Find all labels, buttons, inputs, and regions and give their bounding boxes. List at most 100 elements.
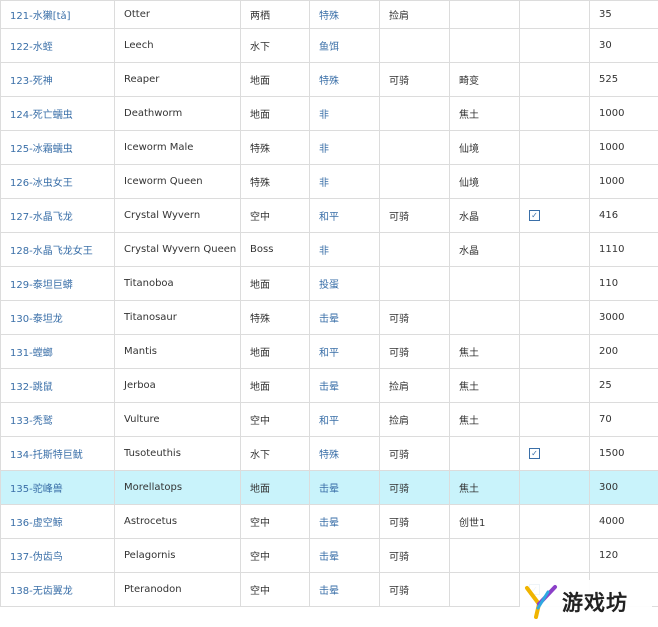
table-cell: Titanoboa bbox=[114, 266, 241, 301]
creature-name-link[interactable]: 133-秃鹫 bbox=[10, 416, 53, 427]
table-cell bbox=[519, 130, 590, 165]
creature-name-link[interactable]: 130-泰坦龙 bbox=[10, 314, 63, 325]
map-cell: 焦土 bbox=[459, 484, 479, 495]
table-row: 122-水蛭 Leech 水下 鱼饵 30 bbox=[0, 28, 658, 63]
table-cell: 123-死神 bbox=[0, 62, 115, 97]
creature-name-link[interactable]: 122-水蛭 bbox=[10, 42, 53, 53]
taming-method-link[interactable]: 和平 bbox=[319, 416, 339, 427]
english-name: Otter bbox=[124, 9, 150, 20]
taming-method-link[interactable]: 非 bbox=[319, 246, 329, 257]
table-cell: 畸变 bbox=[449, 62, 520, 97]
taming-method-link[interactable]: 击晕 bbox=[319, 552, 339, 563]
taming-method-link[interactable]: 击晕 bbox=[319, 314, 339, 325]
site-watermark: 游戏坊 bbox=[520, 580, 652, 624]
creature-name-link[interactable]: 134-托斯特巨鱿 bbox=[10, 450, 83, 461]
table-cell bbox=[519, 96, 590, 131]
table-row: 131-螳螂 Mantis 地面 和平 可骑 焦土 200 bbox=[0, 334, 658, 369]
creature-name-link[interactable]: 125-冰霜蠕虫 bbox=[10, 144, 73, 155]
taming-method-link[interactable]: 非 bbox=[319, 144, 329, 155]
taming-method-link[interactable]: 击晕 bbox=[319, 484, 339, 495]
creature-name-link[interactable]: 135-驼峰兽 bbox=[10, 484, 63, 495]
table-cell: 120 bbox=[589, 538, 658, 573]
table-cell: 可骑 bbox=[379, 470, 450, 505]
taming-method-link[interactable]: 击晕 bbox=[319, 586, 339, 597]
taming-method-link[interactable]: 和平 bbox=[319, 212, 339, 223]
table-row: 126-冰虫女王 Iceworm Queen 特殊 非 仙境 1000 bbox=[0, 164, 658, 199]
table-cell: 110 bbox=[589, 266, 658, 301]
table-cell: 525 bbox=[589, 62, 658, 97]
rideable-cell: 可骑 bbox=[389, 348, 409, 359]
table-cell: 特殊 bbox=[240, 300, 310, 335]
taming-method-link[interactable]: 和平 bbox=[319, 348, 339, 359]
table-cell: 128-水晶飞龙女王 bbox=[0, 232, 115, 267]
table-body: 121-水獭[tǎ] Otter 两栖 特殊 捡肩 35 122-水蛭 Leech 水下 鱼饵 30… bbox=[0, 0, 658, 607]
table-cell bbox=[379, 164, 450, 199]
table-cell: 133-秃鹫 bbox=[0, 402, 115, 437]
table-cell bbox=[519, 504, 590, 539]
creature-name-link[interactable]: 123-死神 bbox=[10, 76, 53, 87]
english-name: Crystal Wyvern bbox=[124, 210, 201, 221]
creature-name-link[interactable]: 127-水晶飞龙 bbox=[10, 212, 73, 223]
table-cell: 30 bbox=[589, 28, 658, 63]
taming-method-link[interactable]: 特殊 bbox=[319, 11, 339, 22]
table-cell: 可骑 bbox=[379, 538, 450, 573]
creature-name-link[interactable]: 137-伪齿鸟 bbox=[10, 552, 63, 563]
table-cell: Otter bbox=[114, 0, 241, 29]
value-cell: 300 bbox=[599, 482, 619, 493]
table-cell bbox=[519, 368, 590, 403]
table-cell: 131-螳螂 bbox=[0, 334, 115, 369]
value-cell: 525 bbox=[599, 74, 619, 85]
english-name: Crystal Wyvern Queen bbox=[124, 244, 237, 255]
table-cell: 特殊 bbox=[309, 436, 380, 471]
table-cell: 水晶 bbox=[449, 232, 520, 267]
table-cell: Jerboa bbox=[114, 368, 241, 403]
taming-method-link[interactable]: 特殊 bbox=[319, 450, 339, 461]
table-cell: Vulture bbox=[114, 402, 241, 437]
taming-method-link[interactable]: 非 bbox=[319, 178, 329, 189]
map-cell: 创世1 bbox=[459, 518, 486, 529]
creature-name-link[interactable]: 132-跳鼠 bbox=[10, 382, 53, 393]
taming-method-link[interactable]: 击晕 bbox=[319, 518, 339, 529]
creature-name-link[interactable]: 129-泰坦巨蟒 bbox=[10, 280, 73, 291]
table-cell: 击晕 bbox=[309, 368, 380, 403]
table-cell: Iceworm Queen bbox=[114, 164, 241, 199]
table-cell bbox=[449, 538, 520, 573]
taming-method-link[interactable]: 击晕 bbox=[319, 382, 339, 393]
table-cell: 仙境 bbox=[449, 130, 520, 165]
english-name: Iceworm Male bbox=[124, 142, 194, 153]
creature-name-link[interactable]: 126-冰虫女王 bbox=[10, 178, 73, 189]
table-cell: Iceworm Male bbox=[114, 130, 241, 165]
table-cell bbox=[379, 96, 450, 131]
taming-method-link[interactable]: 特殊 bbox=[319, 76, 339, 87]
table-cell: 129-泰坦巨蟒 bbox=[0, 266, 115, 301]
creature-name-link[interactable]: 136-虚空鲸 bbox=[10, 518, 63, 529]
table-row: 124-死亡蠕虫 Deathworm 地面 非 焦土 1000 bbox=[0, 96, 658, 131]
creature-name-link[interactable]: 138-无齿翼龙 bbox=[10, 586, 73, 597]
table-cell bbox=[519, 62, 590, 97]
creature-name-link[interactable]: 121-水獭[tǎ] bbox=[10, 11, 71, 22]
taming-method-link[interactable]: 投蛋 bbox=[319, 280, 339, 291]
habitat-cell: 特殊 bbox=[250, 178, 270, 189]
rideable-cell: 捡肩 bbox=[389, 416, 409, 427]
table-cell: 焦土 bbox=[449, 96, 520, 131]
taming-method-link[interactable]: 鱼饵 bbox=[319, 42, 339, 53]
table-cell bbox=[379, 130, 450, 165]
table-cell: 创世1 bbox=[449, 504, 520, 539]
habitat-cell: 空中 bbox=[250, 518, 270, 529]
value-cell: 416 bbox=[599, 210, 619, 221]
table-cell bbox=[449, 300, 520, 335]
rideable-cell: 可骑 bbox=[389, 484, 409, 495]
map-cell: 畸变 bbox=[459, 76, 479, 87]
taming-method-link[interactable]: 非 bbox=[319, 110, 329, 121]
english-name: Leech bbox=[124, 40, 154, 51]
creature-name-link[interactable]: 131-螳螂 bbox=[10, 348, 53, 359]
table-cell: 和平 bbox=[309, 198, 380, 233]
table-row: 127-水晶飞龙 Crystal Wyvern 空中 和平 可骑 水晶 ✓ 416 bbox=[0, 198, 658, 233]
habitat-cell: 空中 bbox=[250, 212, 270, 223]
table-cell: 击晕 bbox=[309, 572, 380, 607]
english-name: Morellatops bbox=[124, 482, 183, 493]
table-cell bbox=[519, 334, 590, 369]
creature-name-link[interactable]: 128-水晶飞龙女王 bbox=[10, 246, 93, 257]
table-cell: 击晕 bbox=[309, 504, 380, 539]
creature-name-link[interactable]: 124-死亡蠕虫 bbox=[10, 110, 73, 121]
